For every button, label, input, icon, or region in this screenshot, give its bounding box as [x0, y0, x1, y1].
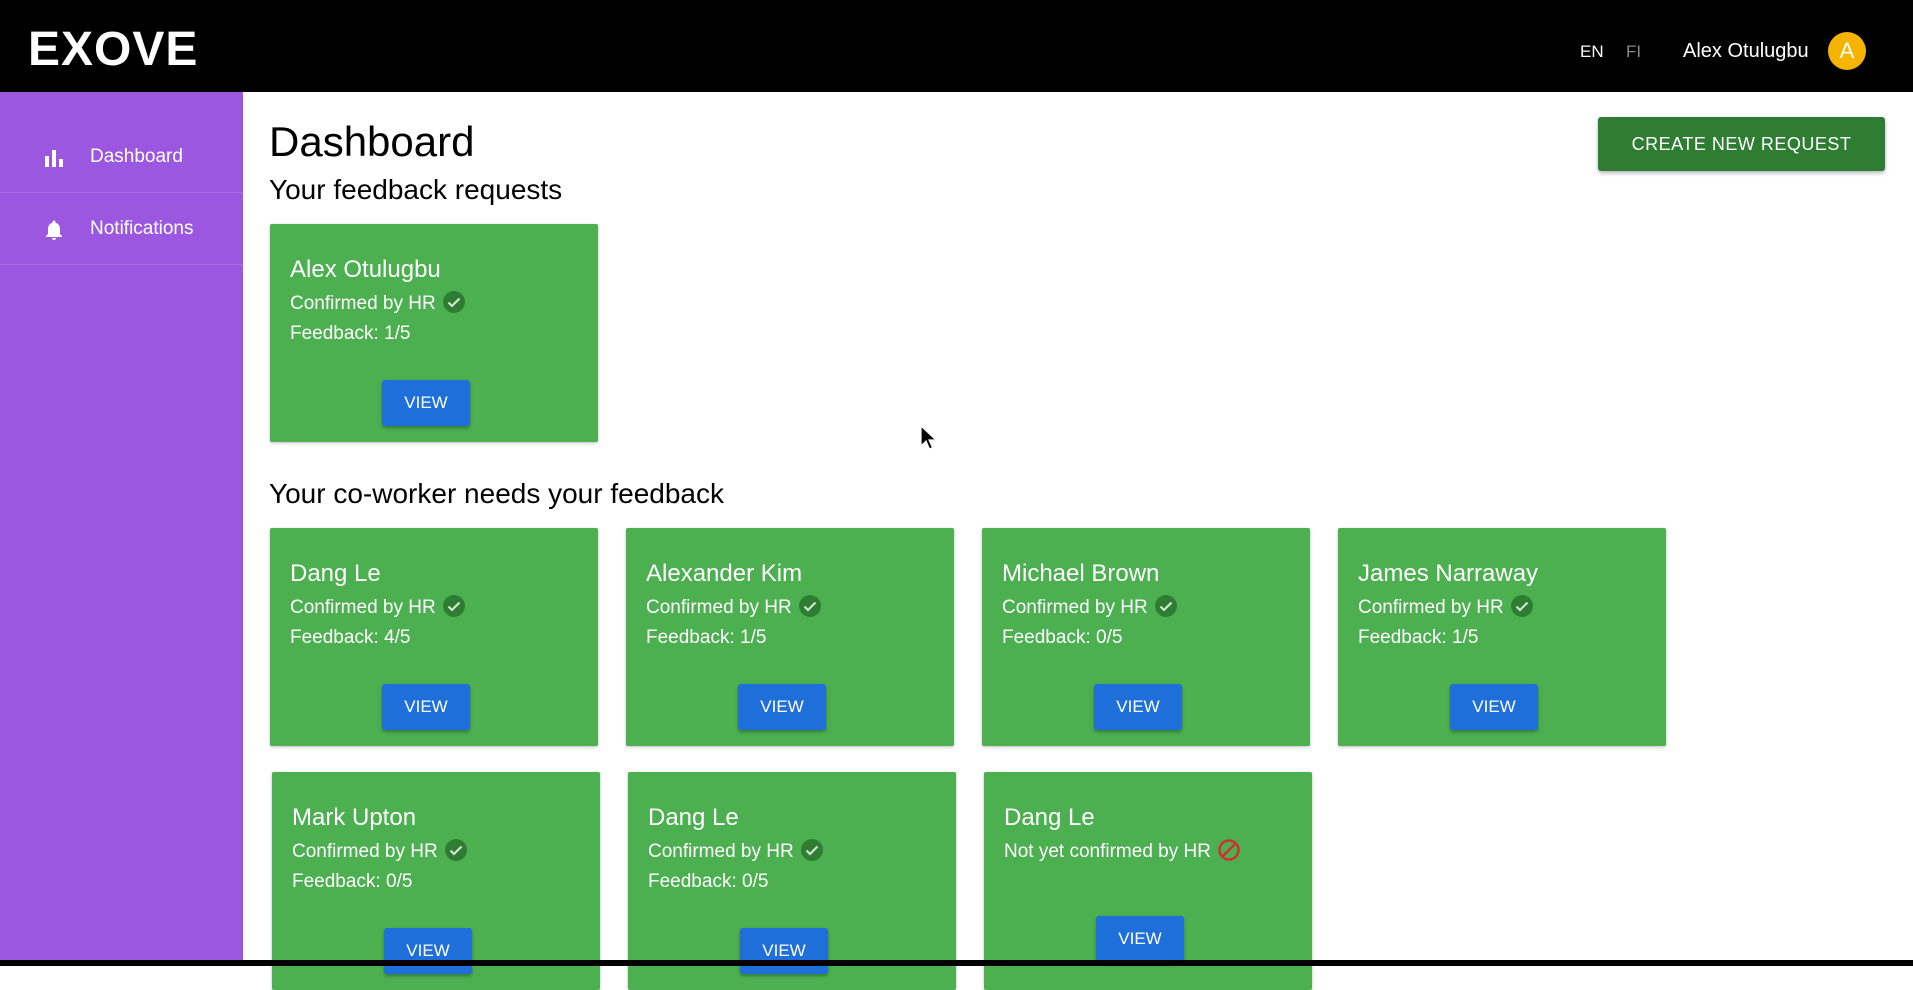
coworker-card: Dang Le Not yet confirmed by HR VIEW [984, 772, 1312, 990]
card-status-text: Confirmed by HR [1002, 597, 1148, 619]
page-title: Dashboard [269, 118, 475, 165]
view-button[interactable]: VIEW [1094, 684, 1182, 730]
check-circle-icon [1510, 595, 1533, 617]
coworker-card: Mark Upton Confirmed by HR Feedback: 0/5… [272, 772, 600, 990]
sidebar: Dashboard Notifications [0, 92, 243, 960]
card-status-text: Confirmed by HR [1358, 597, 1504, 619]
card-name: Dang Le [648, 804, 739, 831]
card-status: Confirmed by HR [290, 595, 466, 620]
card-status: Confirmed by HR [1002, 595, 1178, 620]
card-name: Mark Upton [292, 804, 417, 831]
card-status: Confirmed by HR [290, 291, 466, 316]
sidebar-item-label: Notifications [90, 218, 194, 239]
card-name: Michael Brown [1002, 560, 1160, 587]
card-name: James Narraway [1358, 560, 1539, 587]
view-button[interactable]: VIEW [740, 928, 828, 974]
feedback-request-card: Alex Otulugbu Confirmed by HR Feedback: … [270, 224, 598, 442]
card-status: Confirmed by HR [292, 839, 468, 864]
coworker-card: Dang Le Confirmed by HR Feedback: 0/5 VI… [628, 772, 956, 990]
card-status-text: Confirmed by HR [292, 841, 438, 863]
card-name: Alex Otulugbu [290, 256, 441, 283]
language-fi-toggle[interactable]: FI [1626, 42, 1641, 62]
card-status-text: Confirmed by HR [648, 841, 794, 863]
view-button[interactable]: VIEW [1450, 684, 1538, 730]
check-circle-icon [442, 595, 465, 617]
card-status: Confirmed by HR [646, 595, 822, 620]
user-name[interactable]: Alex Otulugbu [1683, 40, 1809, 62]
card-name: Dang Le [290, 560, 381, 587]
exove-logo[interactable]: EXOVE [28, 26, 198, 74]
view-button[interactable]: VIEW [382, 684, 470, 730]
card-feedback-count: Feedback: 0/5 [292, 871, 413, 892]
card-feedback-count: Feedback: 1/5 [646, 627, 767, 648]
card-status-text: Not yet confirmed by HR [1004, 841, 1211, 863]
card-name: Alexander Kim [646, 560, 803, 587]
card-feedback-count: Feedback: 4/5 [290, 627, 411, 648]
coworker-card: Michael Brown Confirmed by HR Feedback: … [982, 528, 1310, 746]
language-en-toggle[interactable]: EN [1580, 42, 1604, 62]
section-title-feedback-requests: Your feedback requests [269, 174, 563, 205]
check-circle-icon [800, 839, 823, 861]
card-status-text: Confirmed by HR [290, 597, 436, 619]
sidebar-item-notifications[interactable]: Notifications [0, 194, 243, 265]
card-status: Confirmed by HR [1358, 595, 1534, 620]
bell-icon [46, 220, 62, 240]
view-button[interactable]: VIEW [382, 380, 470, 426]
check-circle-icon [1154, 595, 1177, 617]
coworker-card: Alexander Kim Confirmed by HR Feedback: … [626, 528, 954, 746]
section-title-coworker-feedback: Your co-worker needs your feedback [269, 478, 724, 509]
check-circle-icon [444, 839, 467, 861]
view-button[interactable]: VIEW [738, 684, 826, 730]
card-status: Not yet confirmed by HR [1004, 839, 1241, 864]
check-circle-icon [798, 595, 821, 617]
not-confirmed-icon [1218, 839, 1240, 861]
card-name: Dang Le [1004, 804, 1095, 831]
create-new-request-button[interactable]: CREATE NEW REQUEST [1598, 117, 1885, 171]
card-feedback-count: Feedback: 0/5 [648, 871, 769, 892]
coworker-card: Dang Le Confirmed by HR Feedback: 4/5 VI… [270, 528, 598, 746]
bar-chart-icon [45, 150, 63, 167]
coworker-card: James Narraway Confirmed by HR Feedback:… [1338, 528, 1666, 746]
avatar[interactable]: A [1828, 32, 1866, 70]
sidebar-item-label: Dashboard [90, 146, 183, 167]
bottom-edge [0, 960, 1913, 966]
card-feedback-count: Feedback: 0/5 [1002, 627, 1123, 648]
card-status-text: Confirmed by HR [290, 293, 436, 315]
mouse-cursor-icon [920, 425, 938, 450]
sidebar-item-dashboard[interactable]: Dashboard [0, 122, 243, 193]
card-feedback-count: Feedback: 1/5 [1358, 627, 1479, 648]
view-button[interactable]: VIEW [384, 928, 472, 974]
card-feedback-count: Feedback: 1/5 [290, 323, 411, 344]
top-app-bar: EXOVE EN FI Alex Otulugbu A [0, 0, 1913, 92]
card-status-text: Confirmed by HR [646, 597, 792, 619]
view-button[interactable]: VIEW [1096, 916, 1184, 962]
card-status: Confirmed by HR [648, 839, 824, 864]
check-circle-icon [442, 291, 465, 313]
